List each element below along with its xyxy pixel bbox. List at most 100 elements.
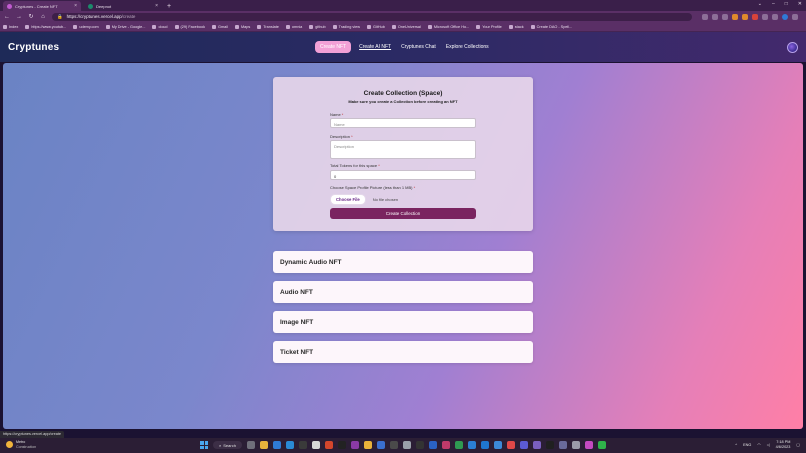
app-icon[interactable] [311,441,320,449]
name-input[interactable]: Name [330,118,476,128]
bookmark-item[interactable]: My Drive - Google... [105,24,145,29]
close-icon[interactable]: ✕ [798,1,802,7]
app-icon[interactable] [558,441,567,449]
url-input[interactable]: 🔒 https://cryptunes.vercel.app/create [52,12,692,21]
taskbar-search[interactable]: ⌕ Search [213,441,242,449]
app-icon[interactable] [532,441,541,449]
forward-icon[interactable]: → [16,14,22,20]
app-icon[interactable] [545,441,554,449]
bookmark-item[interactable]: GitHub [367,24,385,29]
bookmark-item[interactable]: Microsoft Office Ho... [427,24,469,29]
menu-icon[interactable] [792,13,798,20]
chevron-up-icon[interactable]: ^ [735,443,737,447]
app-icon[interactable] [584,441,593,449]
tokens-input[interactable]: 0 [330,170,476,180]
choose-file-button[interactable]: Choose File [330,194,366,205]
bookmark-item[interactable]: OneUniversal [391,24,421,29]
app-icon[interactable] [454,441,463,449]
chrome-icon[interactable] [363,441,372,449]
reload-icon[interactable]: ↻ [28,13,34,20]
file-explorer-icon[interactable] [259,441,268,449]
taskbar-apps: ⌕ Search [200,441,606,449]
notification-icon[interactable]: ▢ [796,442,800,447]
nav-explore-collections[interactable]: Explore Collections [444,41,491,53]
bookmark-item[interactable]: Gmail [212,24,228,29]
discord-icon[interactable] [376,441,385,449]
weather-icon [6,441,13,448]
nav-create-ai-nft[interactable]: Create AI NFT [357,41,393,53]
wifi-icon[interactable]: ◠ [757,442,760,447]
settings-icon[interactable] [389,441,398,449]
bookmark-item[interactable]: Maps [234,24,250,29]
sidebar-icon[interactable] [772,13,778,20]
bookmark-icon [391,24,396,29]
close-icon[interactable]: × [74,3,77,9]
clock[interactable]: 7:18 PM 4/6/2023 [776,440,791,449]
app-icon[interactable] [350,441,359,449]
cryptunes-app: Cryptunes Create NFT Create AI NFT Crypt… [0,32,806,430]
app-icon[interactable] [441,441,450,449]
mail-icon[interactable] [272,441,281,449]
chevron-down-icon[interactable]: ⌄ [758,1,762,7]
brave-icon[interactable] [324,441,333,449]
home-icon[interactable]: ⌂ [40,14,46,20]
app-icon[interactable] [506,441,515,449]
brand-logo[interactable]: Cryptunes [8,42,59,53]
tab-cryptunes[interactable]: Cryptunes - Create NFT × [3,1,81,11]
nft-type-audio[interactable]: Audio NFT [273,281,533,303]
bookmark-item[interactable]: stack [508,24,524,29]
edge-icon[interactable] [285,441,294,449]
metamask-icon[interactable] [732,13,738,20]
bookmark-item[interactable]: cloud [152,24,168,29]
description-textarea[interactable]: Description [330,140,476,159]
app-icon[interactable] [298,441,307,449]
required-mark: * [413,185,416,190]
create-collection-button[interactable]: Create Collection [330,208,476,219]
windows-start-icon[interactable] [200,441,208,449]
share-icon[interactable] [702,13,708,20]
bookmark-item[interactable]: github [309,24,326,29]
task-view-icon[interactable] [246,441,255,449]
language-indicator[interactable]: ENG [743,443,751,447]
bookmark-item[interactable]: (29) Facebook [174,24,205,29]
volume-icon[interactable]: ◁ [767,442,770,447]
app-icon[interactable] [402,441,411,449]
bookmark-item[interactable]: https://www.youtub... [25,24,66,29]
extension-icon[interactable] [722,13,728,20]
wallet-avatar[interactable] [787,42,798,53]
vscode-icon[interactable] [480,441,489,449]
back-icon[interactable]: ← [4,14,10,20]
maximize-icon[interactable]: □ [785,1,788,7]
tab-deepnot[interactable]: Deepnot × [84,1,162,11]
minimize-icon[interactable]: – [772,1,775,7]
extension-icon[interactable] [752,13,758,20]
star-icon[interactable] [712,13,718,20]
app-icon[interactable] [467,441,476,449]
bookmark-icon [257,24,262,29]
bookmark-item[interactable]: Index [3,24,18,29]
spotify-icon[interactable] [597,441,606,449]
terminal-icon[interactable] [415,441,424,449]
app-icon[interactable] [519,441,528,449]
puzzle-icon[interactable] [762,13,768,20]
bookmark-item[interactable]: Translate [257,24,279,29]
app-icon[interactable] [493,441,502,449]
close-icon[interactable]: × [155,3,158,9]
weather-widget[interactable]: Metro Construction [6,440,36,449]
new-tab-icon[interactable]: + [167,3,171,10]
nft-type-ticket[interactable]: Ticket NFT [273,341,533,363]
nav-create-nft[interactable]: Create NFT [315,41,352,53]
app-icon[interactable] [571,441,580,449]
nft-type-image[interactable]: Image NFT [273,311,533,333]
bookmark-item[interactable]: Your Profile [476,24,502,29]
extension-icon[interactable] [742,13,748,20]
photoshop-icon[interactable] [428,441,437,449]
nft-type-dynamic-audio[interactable]: Dynamic Audio NFT [273,251,533,273]
bookmark-item[interactable]: Create DAO - Spell... [530,24,572,29]
bookmark-item[interactable]: omnia [285,24,302,29]
bookmark-item[interactable]: Trading view [332,24,360,29]
bookmark-item[interactable]: udemy.com [73,24,99,29]
nav-cryptunes-chat[interactable]: Cryptunes Chat [399,41,438,53]
app-icon[interactable] [337,441,346,449]
profile-avatar-icon[interactable] [782,13,788,20]
